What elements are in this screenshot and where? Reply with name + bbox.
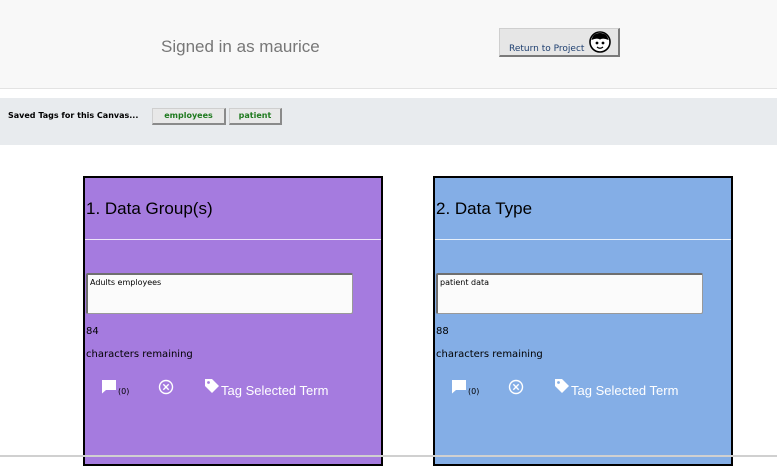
smiley-face-icon <box>589 31 611 53</box>
saved-tags-bar: Saved Tags for this Canvas... employees … <box>0 98 777 145</box>
tag-selected-term-label: Tag Selected Term <box>221 383 329 398</box>
panel-divider <box>85 239 381 240</box>
return-to-project-button[interactable]: Return to Project <box>499 28 620 57</box>
tag-selected-term-label: Tag Selected Term <box>571 383 679 398</box>
data-group-panel: 1. Data Group(s) Adults employees 84 cha… <box>83 176 383 466</box>
data-type-input[interactable]: patient data <box>436 273 703 314</box>
panel-title: 1. Data Group(s) <box>86 199 213 218</box>
tag-selected-term-button[interactable]: Tag Selected Term <box>206 383 328 398</box>
comment-icon[interactable] <box>451 379 467 394</box>
saved-tags-label: Saved Tags for this Canvas... <box>8 111 139 120</box>
characters-remaining-label: characters remaining <box>86 349 193 360</box>
clear-circle-x-icon[interactable] <box>158 379 174 395</box>
tag-button-employees[interactable]: employees <box>152 108 226 125</box>
data-group-input[interactable]: Adults employees <box>86 273 353 314</box>
tag-icon <box>555 379 569 393</box>
return-button-label: Return to Project <box>509 44 585 54</box>
comment-count: (0) <box>468 387 480 396</box>
tag-button-patient[interactable]: patient <box>229 108 282 125</box>
tag-icon <box>205 379 219 393</box>
characters-remaining-label: characters remaining <box>436 349 543 360</box>
signed-in-text: Signed in as maurice <box>161 37 320 56</box>
comment-count: (0) <box>118 387 130 396</box>
characters-remaining-count: 84 <box>86 326 99 337</box>
characters-remaining-count: 88 <box>436 326 449 337</box>
panel-divider <box>435 239 731 240</box>
header-bar: Signed in as maurice Return to Project <box>0 0 777 89</box>
comment-icon[interactable] <box>101 379 117 394</box>
clear-circle-x-icon[interactable] <box>508 379 524 395</box>
tag-selected-term-button[interactable]: Tag Selected Term <box>556 383 678 398</box>
data-type-panel: 2. Data Type patient data 88 characters … <box>433 176 733 466</box>
panel-title: 2. Data Type <box>436 199 533 218</box>
